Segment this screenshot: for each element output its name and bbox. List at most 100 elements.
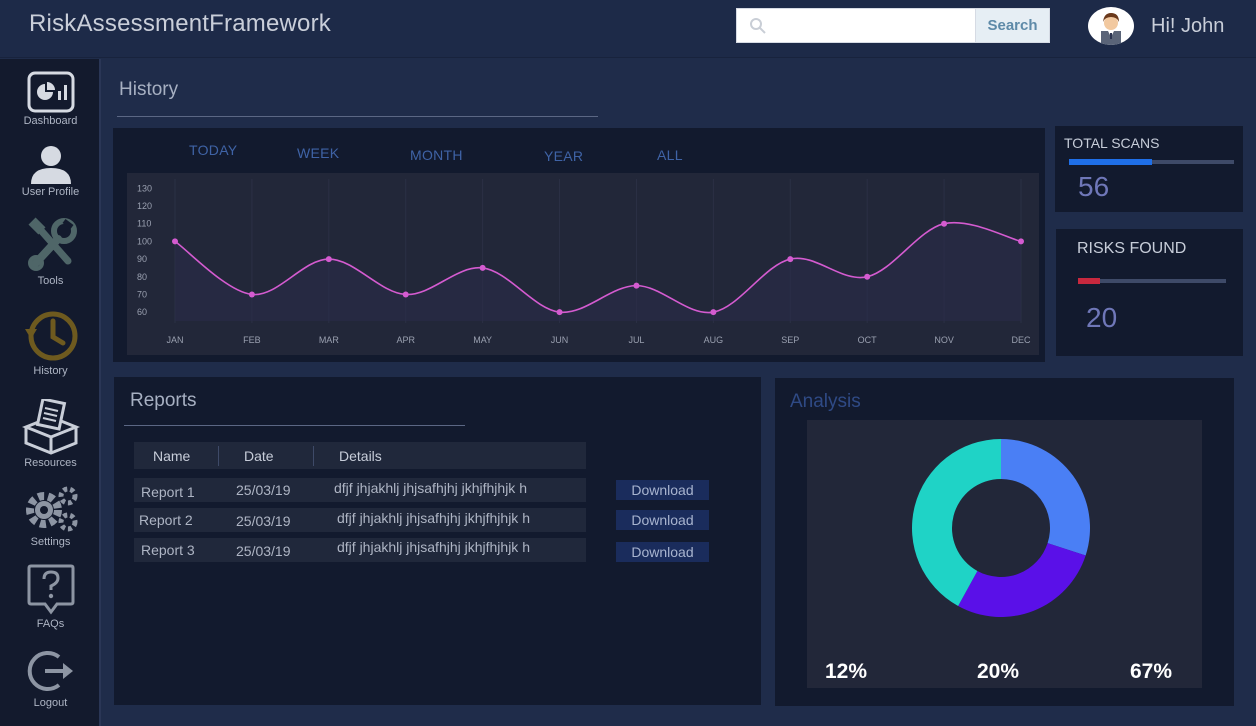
report-date: 25/03/19: [236, 543, 291, 559]
x-tick-label: DEC: [1011, 335, 1031, 345]
sidebar-item-resources[interactable]: Resources: [0, 399, 101, 469]
analysis-percent-label: 67%: [1130, 660, 1173, 683]
report-details: dfjf jhjakhlj jhjsafhjhj jkhjfhjhjk h: [334, 480, 527, 496]
line-chart-svg: 60 70 80 90 100 110 120 130 JAN FEB MAR APR MAY JUN JU…: [137, 179, 1031, 345]
report-name: Report 3: [141, 542, 195, 558]
sidebar-item-label: Logout: [33, 697, 68, 709]
table-row[interactable]: Report 3 25/03/19 dfjf jhjakhlj jhjsafhj…: [134, 538, 586, 562]
app-title: RiskAssessmentFramework: [29, 10, 331, 37]
tools-icon: [27, 217, 77, 271]
y-tick-label: 110: [137, 219, 151, 229]
x-tick-label: SEP: [781, 335, 799, 345]
logout-icon: [27, 651, 73, 691]
tab-today[interactable]: TODAY: [189, 142, 237, 158]
column-divider: [313, 446, 314, 466]
reports-title: Reports: [130, 390, 197, 411]
sidebar-item-faqs[interactable]: FAQs: [0, 562, 101, 630]
analysis-percent-label: 20%: [977, 660, 1020, 683]
reports-panel: Reports Name Date Details Report 1 25/03…: [114, 377, 761, 705]
data-point: [941, 220, 948, 227]
user-avatar-icon: [1101, 13, 1121, 45]
download-button[interactable]: Download: [616, 542, 709, 562]
data-point: [325, 256, 332, 263]
download-button[interactable]: Download: [616, 510, 709, 530]
y-tick-label: 60: [137, 307, 147, 317]
x-tick-label: AUG: [704, 335, 724, 345]
table-row[interactable]: Report 1 25/03/19 dfjf jhjakhlj jhjsafhj…: [134, 478, 586, 502]
sidebar-item-logout[interactable]: Logout: [0, 647, 101, 709]
history-line-chart: 60 70 80 90 100 110 120 130 JAN FEB MAR APR MAY JUN JU…: [127, 173, 1039, 355]
report-name: Report 2: [139, 512, 193, 528]
tab-week[interactable]: WEEK: [297, 145, 339, 161]
report-details: dfjf jhjakhlj jhjsafhjhj jkhjfhjhjk h: [337, 510, 530, 526]
sidebar-item-label: Tools: [37, 275, 64, 287]
column-header-date[interactable]: Date: [244, 448, 274, 464]
data-point: [710, 309, 717, 316]
data-point: [248, 291, 255, 298]
risks-found-bar-fill: [1078, 278, 1101, 284]
donut-slice: [1001, 439, 1090, 556]
sidebar-item-user-profile[interactable]: User Profile: [0, 144, 101, 198]
x-tick-label: FEB: [243, 335, 261, 345]
sidebar-item-history[interactable]: History: [0, 309, 101, 377]
tab-year[interactable]: YEAR: [544, 148, 583, 164]
sidebar-item-label: User Profile: [21, 186, 80, 198]
top-bar: RiskAssessmentFramework Search Hi! John: [0, 0, 1256, 58]
sidebar-item-settings[interactable]: Settings: [0, 484, 101, 548]
dashboard-icon: [27, 71, 74, 113]
sidebar-item-label: Resources: [24, 457, 77, 469]
data-point: [172, 238, 178, 245]
column-header-name[interactable]: Name: [153, 448, 190, 464]
risks-found-bar: [1078, 278, 1226, 284]
table-row[interactable]: Report 2 25/03/19 dfjf jhjakhlj jhjsafhj…: [134, 508, 586, 532]
search-input[interactable]: [773, 9, 973, 42]
x-tick-label: MAY: [473, 335, 492, 345]
tab-month[interactable]: MONTH: [410, 147, 463, 163]
x-tick-label: JUL: [628, 335, 644, 345]
sidebar-item-label: History: [33, 365, 68, 377]
y-tick-label: 120: [137, 201, 152, 211]
y-tick-label: 80: [137, 272, 147, 282]
report-details: dfjf jhjakhlj jhjsafhjhj jkhjfhjhjk h: [337, 539, 530, 555]
donut-slice: [958, 543, 1086, 617]
y-tick-label: 70: [137, 289, 147, 299]
donut-chart-svg: [912, 439, 1090, 617]
reports-table-header: Name Date Details: [134, 442, 586, 469]
x-tick-label: MAR: [319, 335, 340, 345]
search-box: Search: [736, 8, 1050, 43]
user-icon: [30, 146, 71, 184]
avatar[interactable]: [1088, 7, 1134, 45]
x-tick-label: JAN: [166, 335, 183, 345]
sidebar-item-label: Dashboard: [23, 115, 78, 127]
question-icon: [27, 564, 74, 615]
history-title: History: [119, 79, 179, 100]
total-scans-bar-fill: [1069, 159, 1152, 165]
reports-title-underline: [124, 425, 465, 426]
sidebar-item-label: Settings: [30, 536, 71, 548]
risks-found-card: RISKS FOUND 20: [1056, 229, 1243, 356]
sidebar-item-dashboard[interactable]: Dashboard: [0, 71, 101, 127]
download-button[interactable]: Download: [616, 480, 709, 500]
data-point: [479, 264, 486, 271]
search-button[interactable]: Search: [975, 9, 1049, 42]
data-point: [787, 256, 794, 263]
data-point: [402, 291, 409, 298]
risks-found-label: RISKS FOUND: [1077, 240, 1187, 257]
history-panel: TODAY WEEK MONTH YEAR ALL 60 70 80 90 100 110…: [113, 128, 1045, 362]
x-tick-label: APR: [396, 335, 415, 345]
y-tick-label: 100: [137, 236, 152, 246]
analysis-title: Analysis: [790, 391, 861, 412]
x-tick-label: OCT: [858, 335, 878, 345]
sidebar-item-tools[interactable]: Tools: [0, 217, 101, 287]
data-point: [864, 273, 871, 280]
analysis-percent-label: 12%: [825, 660, 868, 683]
history-icon: [24, 311, 77, 361]
settings-gears-icon: [25, 486, 77, 532]
tab-all[interactable]: ALL: [657, 147, 683, 163]
total-scans-label: TOTAL SCANS: [1064, 135, 1160, 151]
sidebar: Dashboard User Profile Tools History Res…: [0, 59, 101, 726]
column-header-details[interactable]: Details: [339, 448, 382, 464]
x-tick-label: NOV: [934, 335, 954, 345]
data-point: [1018, 238, 1024, 245]
total-scans-value: 56: [1078, 171, 1110, 202]
